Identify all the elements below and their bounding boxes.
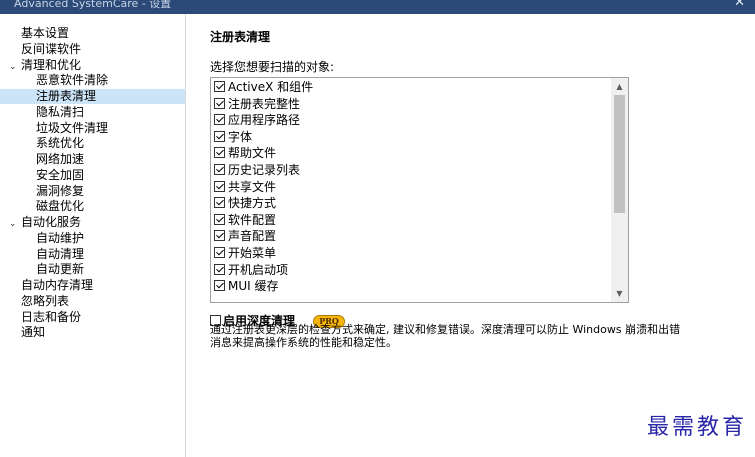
list-item[interactable]: 字体 <box>214 129 252 145</box>
item-checkbox[interactable] <box>214 197 225 209</box>
sidebar-item[interactable]: 系统优化 <box>36 136 84 151</box>
scan-objects-list[interactable]: ▲ ▼ ActiveX 和组件 注册表完整性 应用程序路径 字体帮助文件历史记录列表共… <box>210 77 629 303</box>
item-label: 共享文件 <box>228 179 277 194</box>
list-item[interactable]: 开始菜单 <box>214 245 276 261</box>
sidebar-item-label: 垃圾文件清理 <box>36 120 109 135</box>
title-bar: Advanced SystemCare - 设置 ✕ <box>0 0 755 14</box>
list-item[interactable]: 帮助文件 <box>214 145 276 161</box>
sidebar-item-label: 基本设置 <box>21 26 70 40</box>
item-checkbox[interactable] <box>214 213 225 225</box>
scroll-thumb[interactable] <box>614 95 625 213</box>
sidebar-item[interactable]: 磁盘优化 <box>36 199 84 214</box>
item-checkbox[interactable] <box>214 114 225 126</box>
sidebar-item-label: 自动维护 <box>36 230 85 245</box>
item-checkbox[interactable] <box>214 247 225 258</box>
list-item[interactable]: 历史记录列表 <box>214 162 300 178</box>
sidebar-item-label: 安全加固 <box>36 167 85 182</box>
sidebar-item[interactable]: 基本设置 <box>21 26 69 41</box>
main-panel: 注册表清理 选择您想要扫描的对象: ▲ ▼ ActiveX 和组件 注册表完整性应… <box>186 14 755 457</box>
scan-objects-label: 选择您想要扫描的对象: <box>210 60 335 74</box>
item-checkbox[interactable] <box>214 280 225 292</box>
item-label: 帮助文件 <box>228 146 277 161</box>
item-label: MUI 缓存 <box>228 279 279 294</box>
window-title: Advanced SystemCare - 设置 <box>14 0 172 10</box>
sidebar-item[interactable]: 自动更新 <box>36 262 84 277</box>
list-scrollbar[interactable]: ▲ ▼ <box>611 78 628 302</box>
item-label: 应用程序路径 <box>228 113 301 128</box>
item-label: 注册表完整性 <box>228 96 301 111</box>
item-checkbox[interactable] <box>214 81 225 92</box>
sidebar-item-label: 日志和备份 <box>21 309 82 324</box>
sidebar-item-label: 恶意软件清除 <box>36 73 109 88</box>
page-title: 注册表清理 <box>210 30 271 44</box>
item-label: 开始菜单 <box>228 246 277 260</box>
sidebar-item[interactable]: 垃圾文件清理 <box>36 121 108 136</box>
sidebar-item[interactable]: ⌄ 清理和优化 <box>6 58 81 73</box>
item-label: 快捷方式 <box>228 196 277 211</box>
scroll-up-icon[interactable]: ▲ <box>611 78 628 95</box>
sidebar-item-label: 隐私清扫 <box>36 104 85 119</box>
item-checkbox[interactable] <box>214 130 225 142</box>
item-checkbox[interactable] <box>214 97 225 109</box>
sidebar-item-label: 注册表清理 <box>36 89 97 103</box>
sidebar-item-label: 忽略列表 <box>21 293 70 308</box>
list-item[interactable]: 应用程序路径 <box>214 112 300 128</box>
deep-clean-description: 通过注册表更深层的检查方式来确定, 建议和修复错误。深度清理可以防止 Windo… <box>210 323 681 349</box>
sidebar-item-label: 通知 <box>21 325 46 340</box>
list-item[interactable]: 快捷方式 <box>214 195 276 211</box>
sidebar-item[interactable]: 隐私清扫 <box>36 105 84 120</box>
chevron-down-icon[interactable]: ⌄ <box>9 217 21 232</box>
list-item[interactable]: MUI 缓存 <box>214 278 279 294</box>
sidebar-item[interactable]: 安全加固 <box>36 168 84 183</box>
sidebar-item-label: 漏洞修复 <box>36 183 85 198</box>
sidebar-item[interactable]: 日志和备份 <box>21 310 81 325</box>
sidebar-item[interactable]: 通知 <box>21 325 45 340</box>
sidebar-item[interactable]: 反间谍软件 <box>21 42 81 57</box>
item-checkbox[interactable] <box>214 147 225 159</box>
list-item[interactable]: ActiveX 和组件 <box>214 79 313 95</box>
item-checkbox[interactable] <box>214 164 225 175</box>
sidebar-item[interactable]: 网络加速 <box>36 152 84 167</box>
list-item[interactable]: 开机启动项 <box>214 262 288 278</box>
item-label: 历史记录列表 <box>228 163 301 177</box>
item-checkbox[interactable] <box>214 180 225 192</box>
sidebar-item[interactable]: 恶意软件清除 <box>36 73 108 88</box>
item-checkbox[interactable] <box>214 263 225 275</box>
chevron-down-icon[interactable]: ⌄ <box>9 60 21 75</box>
sidebar-item[interactable]: 注册表清理 <box>0 89 185 104</box>
item-checkbox[interactable] <box>214 230 225 242</box>
sidebar-item-label: 自动清理 <box>36 246 85 261</box>
sidebar-item-label: 网络加速 <box>36 152 85 166</box>
sidebar-item[interactable]: 自动内存清理 <box>21 278 93 293</box>
sidebar-item[interactable]: 自动维护 <box>36 231 84 246</box>
list-item[interactable]: 声音配置 <box>214 228 276 244</box>
sidebar-item[interactable]: 忽略列表 <box>21 294 69 309</box>
scroll-down-icon[interactable]: ▼ <box>611 285 628 302</box>
sidebar-item-label: 自动化服务 <box>21 215 82 229</box>
item-label: 字体 <box>228 129 253 144</box>
watermark-text: 最需教育 <box>646 415 747 440</box>
sidebar-item-label: 系统优化 <box>36 136 85 151</box>
sidebar-item-label: 反间谍软件 <box>21 41 82 56</box>
sidebar-item[interactable]: ⌄ 自动化服务 <box>6 215 81 230</box>
sidebar-item-label: 自动更新 <box>36 262 85 277</box>
sidebar-item-label: 清理和优化 <box>21 57 82 72</box>
sidebar-item[interactable]: 漏洞修复 <box>36 184 84 199</box>
item-label: ActiveX 和组件 <box>228 80 314 94</box>
item-label: 开机启动项 <box>228 262 289 277</box>
list-item[interactable]: 软件配置 <box>214 212 276 228</box>
close-icon[interactable]: ✕ <box>734 0 745 9</box>
list-item[interactable]: 共享文件 <box>214 179 276 195</box>
sidebar-item-label: 磁盘优化 <box>36 199 85 214</box>
sidebar-item[interactable]: 自动清理 <box>36 247 84 262</box>
settings-sidebar: 基本设置 反间谍软件 ⌄ 清理和优化 恶意软件清除 注册表清理 隐私清扫 垃圾文件清理 系统优化… <box>0 14 186 457</box>
item-label: 声音配置 <box>228 229 277 244</box>
sidebar-item-label: 自动内存清理 <box>21 278 94 292</box>
list-item[interactable]: 注册表完整性 <box>214 96 300 112</box>
item-label: 软件配置 <box>228 212 277 227</box>
